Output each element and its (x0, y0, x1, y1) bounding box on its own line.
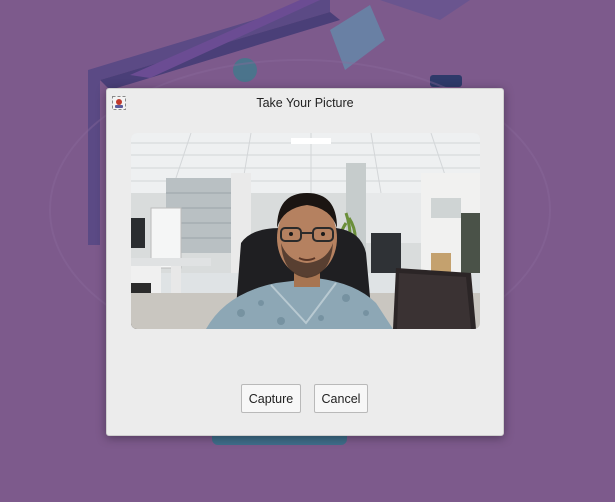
cancel-button[interactable]: Cancel (314, 384, 368, 413)
webcam-preview (131, 133, 480, 329)
dialog-titlebar[interactable]: Take Your Picture (107, 89, 503, 117)
capture-button[interactable]: Capture (241, 384, 301, 413)
take-picture-dialog: Take Your Picture Capture Cancel (106, 88, 504, 436)
dialog-title: Take Your Picture (256, 96, 354, 110)
